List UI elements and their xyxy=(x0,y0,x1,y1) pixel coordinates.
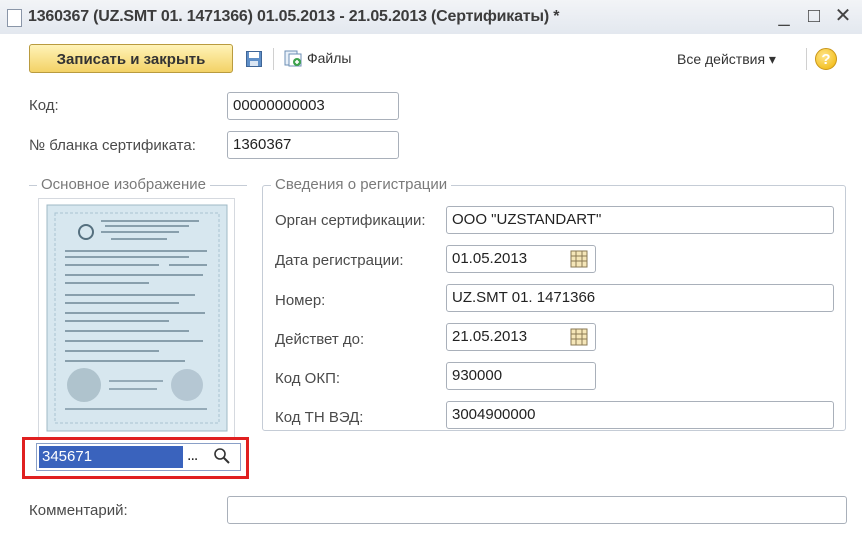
toolbar-separator xyxy=(806,48,807,70)
certificate-image[interactable] xyxy=(38,198,235,438)
tnved-label: Код ТН ВЭД: xyxy=(275,409,364,426)
tnved-field[interactable]: 3004900000 xyxy=(446,401,834,429)
calendar-icon[interactable] xyxy=(570,328,588,346)
help-icon[interactable]: ? xyxy=(815,48,837,70)
blank-number-field[interactable]: 1360367 xyxy=(227,131,399,159)
image-code-value[interactable]: 345671 xyxy=(39,446,183,468)
window-title: 1360367 (UZ.SMT 01. 1471366) 01.05.2013 … xyxy=(28,8,560,25)
document-icon xyxy=(7,9,22,27)
select-button[interactable]: ... xyxy=(187,447,198,465)
toolbar-separator xyxy=(273,48,274,70)
comment-field[interactable] xyxy=(227,496,847,524)
image-code-field[interactable]: 345671 ... xyxy=(36,443,241,471)
files-label: Файлы xyxy=(307,50,352,66)
image-group-title: Основное изображение xyxy=(37,176,210,193)
code-field[interactable]: 00000000003 xyxy=(227,92,399,120)
registration-group-title: Сведения о регистрации xyxy=(271,176,452,193)
all-actions-menu[interactable]: Все действия ▾ xyxy=(677,51,776,68)
code-label: Код: xyxy=(29,97,59,114)
okp-field[interactable]: 930000 xyxy=(446,362,596,390)
reg-date-label: Дата регистрации: xyxy=(275,252,404,269)
search-icon[interactable] xyxy=(213,447,231,465)
organ-label: Орган сертификации: xyxy=(275,212,426,229)
comment-label: Комментарий: xyxy=(29,502,128,519)
calendar-icon[interactable] xyxy=(570,250,588,268)
organ-field[interactable]: ООО "UZSTANDART" xyxy=(446,206,834,234)
save-icon[interactable] xyxy=(246,51,262,67)
close-button[interactable]: ✕ xyxy=(831,4,855,28)
number-label: Номер: xyxy=(275,292,326,309)
minimize-button[interactable]: _ xyxy=(772,4,796,28)
number-field[interactable]: UZ.SMT 01. 1471366 xyxy=(446,284,834,312)
okp-label: Код ОКП: xyxy=(275,370,341,387)
files-icon xyxy=(284,49,303,68)
maximize-button[interactable]: □ xyxy=(802,4,826,28)
valid-until-label: Действет до: xyxy=(275,331,365,348)
blank-number-label: № бланка сертификата: xyxy=(29,137,196,154)
save-and-close-button[interactable]: Записать и закрыть xyxy=(29,44,233,73)
